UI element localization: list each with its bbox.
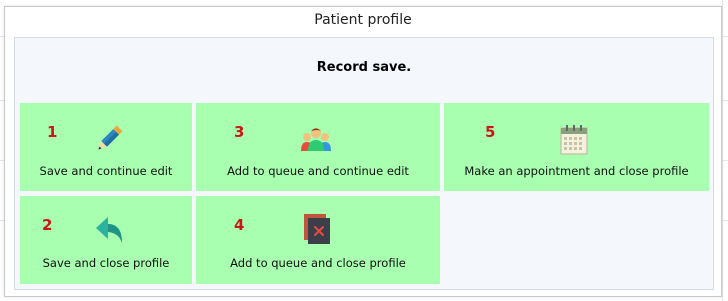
add-to-queue-and-continue-edit-button[interactable]: 3 Add to queue and continue edit xyxy=(196,103,440,191)
action-number: 1 xyxy=(47,123,58,141)
close-window-icon xyxy=(304,214,330,244)
action-number: 2 xyxy=(42,216,53,234)
record-save-message: Record save. xyxy=(316,60,412,75)
calendar-icon xyxy=(560,125,588,155)
action-number: 5 xyxy=(485,123,496,141)
reply-arrow-icon xyxy=(96,217,122,243)
action-number: 4 xyxy=(234,216,245,234)
dialog-title: Patient profile xyxy=(314,12,412,28)
action-label: Save and continue edit xyxy=(39,164,173,178)
save-and-continue-edit-button[interactable]: 1 Save and continue edit xyxy=(20,103,192,191)
dialog-body: Record save. 1 Save and continue edit 3 xyxy=(14,37,714,290)
action-label: Save and close profile xyxy=(42,256,170,270)
action-label: Make an appointment and close profile xyxy=(464,164,689,178)
save-and-close-profile-button[interactable]: 2 Save and close profile xyxy=(20,196,192,284)
people-icon xyxy=(301,128,331,151)
pencil-icon xyxy=(98,125,123,150)
patient-profile-dialog: Patient profile Record save. 1 Save and … xyxy=(4,6,722,297)
action-number: 3 xyxy=(234,123,245,141)
add-to-queue-and-close-profile-button[interactable]: 4 Add to queue and close profile xyxy=(196,196,440,284)
action-label: Add to queue and close profile xyxy=(230,256,406,270)
make-appointment-and-close-profile-button[interactable]: 5 Make an appointment and close profile xyxy=(444,103,709,191)
background-gridline xyxy=(722,0,723,301)
action-label: Add to queue and continue edit xyxy=(227,164,409,178)
